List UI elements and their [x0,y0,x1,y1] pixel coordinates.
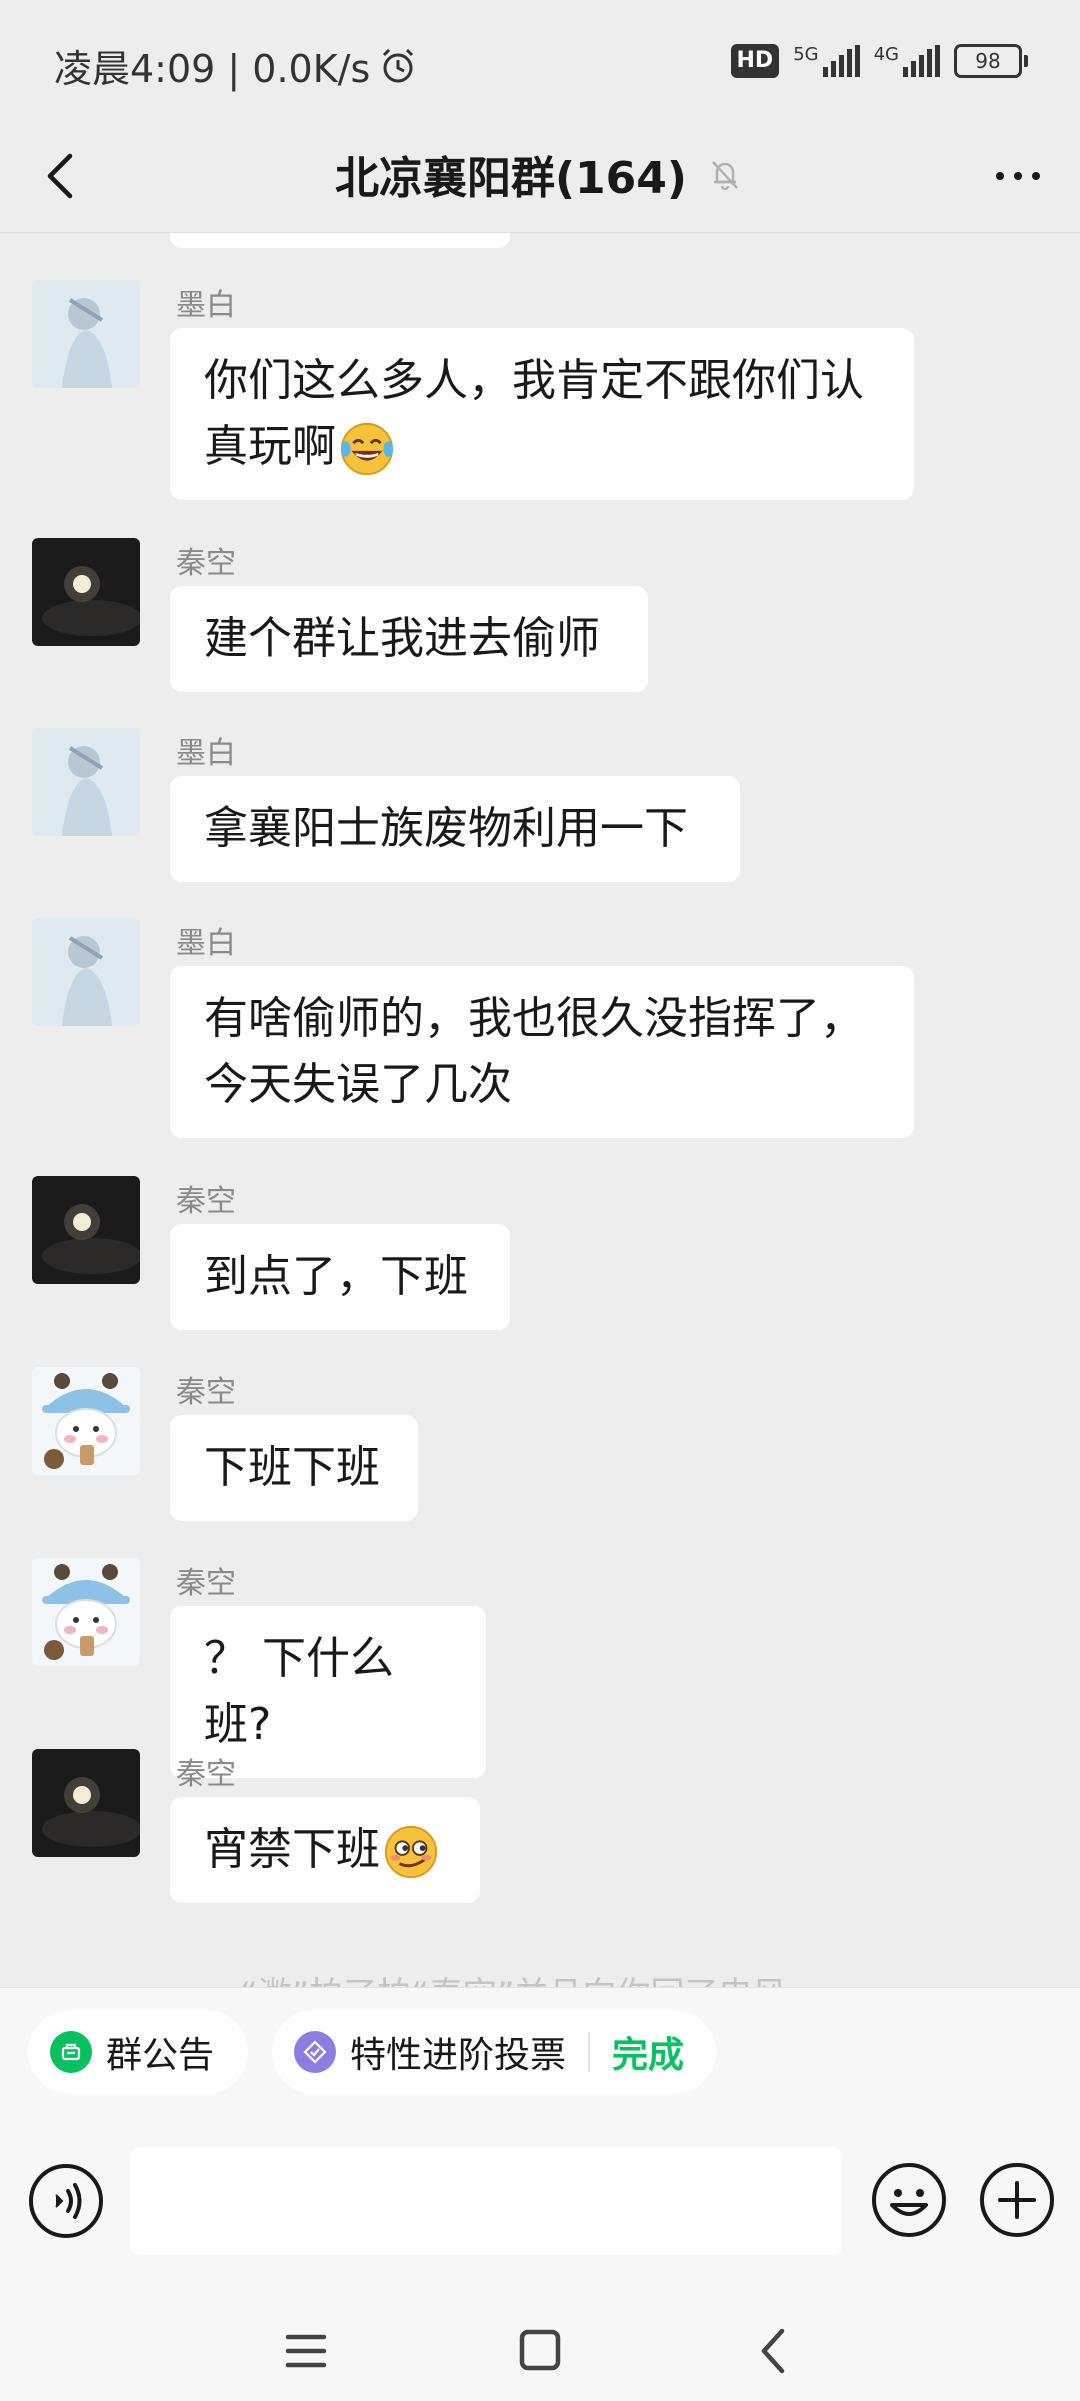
more-options-icon[interactable] [986,144,1050,208]
vote-chip[interactable]: 特性进阶投票 完成 [272,2010,716,2094]
announcement-label: 群公告 [106,2035,215,2076]
message-text: 宵禁下班 [204,1824,380,1875]
avatar-mobai[interactable] [32,280,140,388]
system-navigation-bar [0,2301,1080,2401]
emoji-picker-icon[interactable] [870,2161,948,2239]
avatar-mobai[interactable] [32,728,140,836]
chat-header: 北凉襄阳群(164) [0,120,1080,233]
network-5g-label: 5G [793,44,819,65]
previous-message-bubble [170,232,510,248]
sender-name: 墨白 [176,288,236,323]
vote-label: 特性进阶投票 [350,2035,567,2076]
announcement-icon [50,2031,92,2073]
message-bubble[interactable]: 宵禁下班 [170,1797,480,1903]
status-right: HD 5G 4G 98 [730,44,1028,78]
battery-icon: 98 [954,44,1028,78]
message-text: 有啥偷师的，我也很久没指挥了，今天失误了几次 [204,993,864,1110]
message-text: 到点了，下班 [204,1251,468,1302]
nav-back-icon[interactable] [744,2323,804,2379]
message-bubble[interactable]: 有啥偷师的，我也很久没指挥了，今天失误了几次 [170,966,914,1138]
chat-title-wrap: 北凉襄阳群(164) [0,142,1080,206]
avatar-qinkong-cartoon[interactable] [32,1367,140,1475]
avatar-mobai[interactable] [32,918,140,1026]
message-bubble[interactable]: 建个群让我进去偷师 [170,586,648,692]
sender-name: 墨白 [176,926,236,961]
system-tip: “溦”拍了拍“秦空”并且向你回了电风 [240,1967,786,1987]
signal-4g-icon [903,45,940,77]
sender-name: 墨白 [176,736,236,771]
message-text: 下班下班 [204,1442,380,1493]
avatar-qinkong-moon[interactable] [32,538,140,646]
status-bar: 凌晨4:09 | 0.0K/s HD 5G 4G 98 [0,0,1080,120]
chat-title[interactable]: 北凉襄阳群(164) [335,142,687,206]
chat-message-list[interactable]: 墨白 你们这么多人，我肯定不跟你们认真玩啊 秦空 建个群让我进去偷师 墨白 拿襄… [0,232,1080,1987]
hd-badge: HD [730,44,780,78]
message-bubble[interactable]: 拿襄阳士族废物利用一下 [170,776,740,882]
bottom-panel: 群公告 特性进阶投票 完成 [0,1987,1080,2401]
nav-menu-icon[interactable] [276,2323,336,2379]
vote-icon [294,2031,336,2073]
sender-name: 秦空 [176,1566,236,1601]
voice-input-icon[interactable] [28,2163,104,2239]
sender-name: 秦空 [176,1184,236,1219]
sender-name: 秦空 [176,546,236,581]
alarm-icon [383,48,414,82]
more-actions-plus-icon[interactable] [978,2161,1056,2239]
message-bubble[interactable]: 下班下班 [170,1415,418,1521]
avatar-qinkong-moon[interactable] [32,1176,140,1284]
message-text: 拿襄阳士族废物利用一下 [204,803,688,854]
group-announcement-chip[interactable]: 群公告 [28,2010,248,2094]
muted-bell-icon [712,161,738,191]
status-left: 凌晨4:09 | 0.0K/s [54,38,418,93]
vote-done-button[interactable]: 完成 [612,2026,684,2078]
message-text: ？ 下什么班? [204,1633,394,1750]
avatar-qinkong-moon[interactable] [32,1749,140,1857]
message-bubble[interactable]: 到点了，下班 [170,1224,510,1330]
sender-name: 秦空 [176,1375,236,1410]
message-bubble[interactable]: 你们这么多人，我肯定不跟你们认真玩啊 [170,328,914,500]
signal-5g-icon [822,45,860,77]
message-text: 建个群让我进去偷师 [204,613,600,664]
input-row [0,2143,1080,2263]
nav-home-icon[interactable] [510,2323,570,2379]
smirk-emoji-icon [384,1825,438,1879]
chip-divider [588,2032,591,2072]
avatar-qinkong-cartoon[interactable] [32,1558,140,1666]
sender-name: 秦空 [176,1757,236,1792]
message-input[interactable] [130,2147,842,2255]
status-time: 凌晨4:09 | 0.0K/s [54,47,371,91]
message-text: 你们这么多人，我肯定不跟你们认真玩啊 [204,355,864,472]
network-4g-label: 4G [873,44,899,65]
laughing-tears-emoji-icon [340,422,394,476]
